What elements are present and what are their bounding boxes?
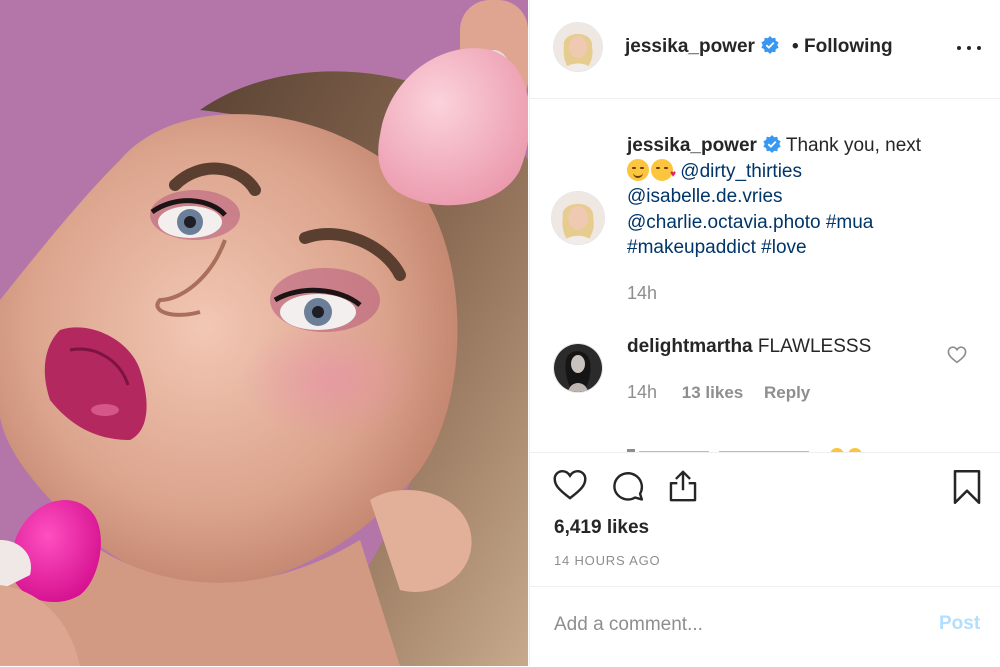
comment-icon[interactable] (610, 469, 646, 503)
comment-meta: 14h 13 likes Reply (627, 382, 826, 403)
caption-avatar[interactable] (552, 192, 604, 244)
avatar-image (554, 23, 602, 71)
likes-count[interactable]: 6,419 likes (554, 517, 649, 539)
comment-text: delightmartha FLAWLESSS (627, 336, 871, 358)
add-comment-bar: Post (530, 586, 1000, 667)
reply-button[interactable]: Reply (764, 383, 810, 402)
more-options-icon[interactable] (954, 36, 984, 60)
hashtag-link[interactable]: #makeupaddict (627, 237, 756, 258)
author-username[interactable]: jessika_power (625, 36, 779, 58)
hashtag-link[interactable]: #mua (826, 212, 874, 233)
bookmark-icon[interactable] (952, 469, 982, 505)
comment-likes[interactable]: 13 likes (682, 383, 743, 402)
post-header: jessika_power • Following (530, 0, 1000, 99)
author-username-text: jessika_power (625, 36, 755, 57)
avatar-image (552, 192, 604, 244)
verified-badge-icon (761, 36, 779, 54)
post-timestamp[interactable]: 14 HOURS AGO (554, 553, 660, 568)
avatar-image (554, 344, 602, 392)
portrait-illustration (0, 0, 528, 666)
comment-heart-icon[interactable] (947, 346, 967, 364)
comment-username[interactable]: delightmartha (627, 336, 753, 357)
comment-time[interactable]: 14h (627, 382, 657, 402)
mention-link[interactable]: @charlie.octavia.photo (627, 212, 821, 233)
comment-input[interactable] (554, 611, 914, 639)
comment-body: FLAWLESSS (757, 336, 872, 357)
verified-badge-icon (763, 135, 781, 153)
post-image[interactable] (0, 0, 528, 666)
hashtag-link[interactable]: #love (761, 237, 806, 258)
mention-link[interactable]: @isabelle.de.vries (627, 186, 783, 207)
heart-icon[interactable] (552, 469, 588, 501)
relieved-emoji-icon (627, 158, 649, 181)
clipped-next-comment (627, 440, 887, 452)
commenter-avatar[interactable] (554, 344, 602, 392)
post-actions: 6,419 likes 14 HOURS AGO (530, 452, 1000, 587)
post-details-panel: jessika_power • Following jessika_power … (529, 0, 1000, 666)
more-dot (957, 46, 961, 50)
caption-time[interactable]: 14h (627, 283, 657, 304)
caption-text: Thank you, next (785, 135, 922, 156)
caption-username[interactable]: jessika_power (627, 135, 757, 156)
post-button[interactable]: Post (939, 613, 980, 635)
more-dot (967, 46, 971, 50)
header-separator: • (792, 36, 799, 57)
author-avatar[interactable] (554, 23, 602, 71)
clipped-comment-preview (627, 448, 862, 452)
share-icon[interactable] (666, 469, 700, 503)
following-button[interactable]: Following (804, 36, 893, 58)
post-caption: jessika_power Thank you, next ♥ @dirty_t… (627, 133, 972, 261)
mention-link[interactable]: @dirty_thirties (680, 161, 802, 182)
more-dot (977, 46, 981, 50)
kissing-heart-emoji-icon: ♥ (651, 158, 676, 181)
